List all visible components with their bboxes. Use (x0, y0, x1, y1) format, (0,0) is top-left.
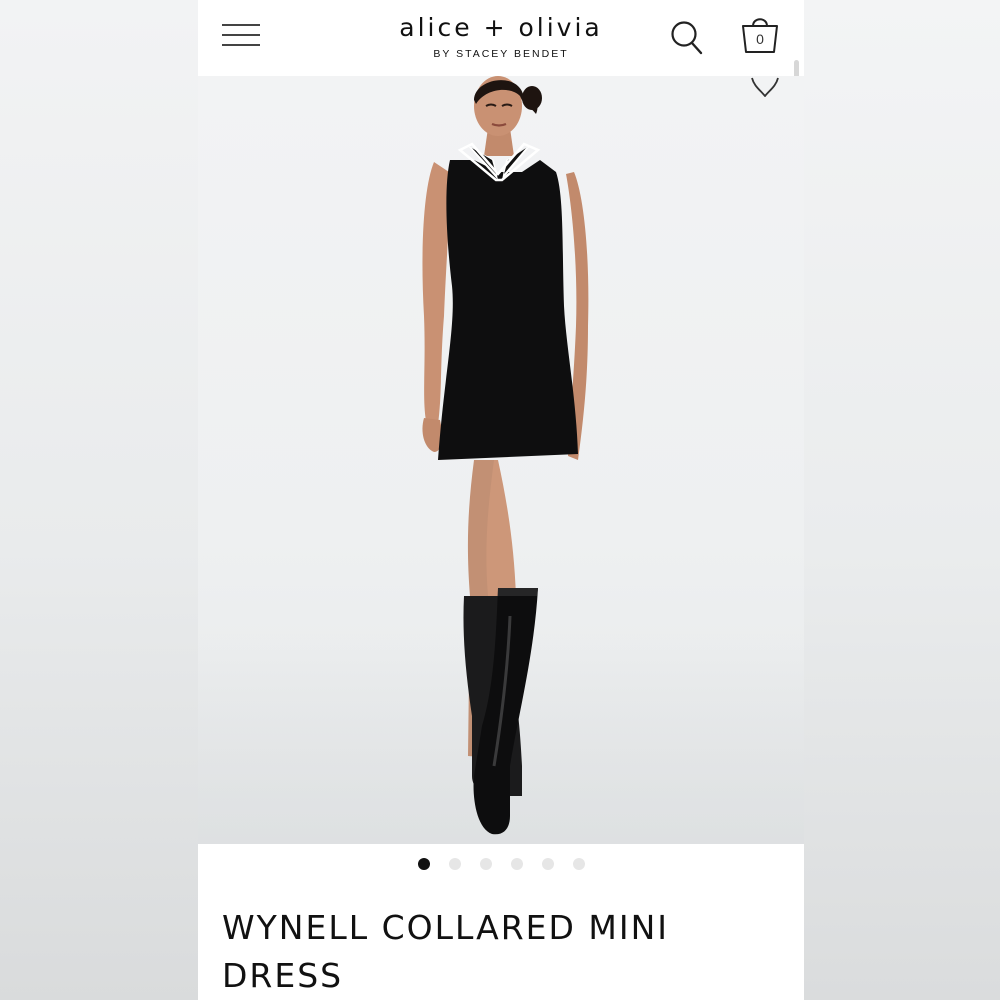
brand-name: alice + olivia (399, 13, 603, 42)
search-icon[interactable] (670, 20, 704, 56)
site-header: alice + olivia BY STACEY BENDET 0 (198, 0, 804, 380)
gallery-pagination (198, 844, 804, 884)
gallery-dot-3[interactable] (479, 858, 492, 870)
product-title: WYNELL COLLARED MINI DRESS (222, 908, 670, 995)
product-image[interactable] (198, 76, 804, 844)
gallery-dot-5[interactable] (541, 858, 554, 870)
brand-subtitle: BY STACEY BENDET (433, 48, 569, 60)
backdrop-right (804, 0, 1000, 1000)
gallery-dot-1[interactable] (417, 858, 430, 870)
gallery-dot-6[interactable] (572, 858, 585, 870)
backdrop-left (0, 0, 198, 1000)
hamburger-menu-icon[interactable] (222, 22, 260, 48)
mobile-page: alice + olivia BY STACEY BENDET 0 WYNELL… (198, 0, 804, 1000)
bag-count: 0 (756, 31, 764, 47)
model-figure (422, 76, 589, 835)
gallery-dot-4[interactable] (510, 858, 523, 870)
heart-icon[interactable] (750, 76, 780, 98)
brand-logo[interactable]: alice + olivia BY STACEY BENDET (358, 12, 644, 60)
shopping-bag-icon[interactable]: 0 (740, 14, 780, 56)
gallery-dot-2[interactable] (448, 858, 461, 870)
